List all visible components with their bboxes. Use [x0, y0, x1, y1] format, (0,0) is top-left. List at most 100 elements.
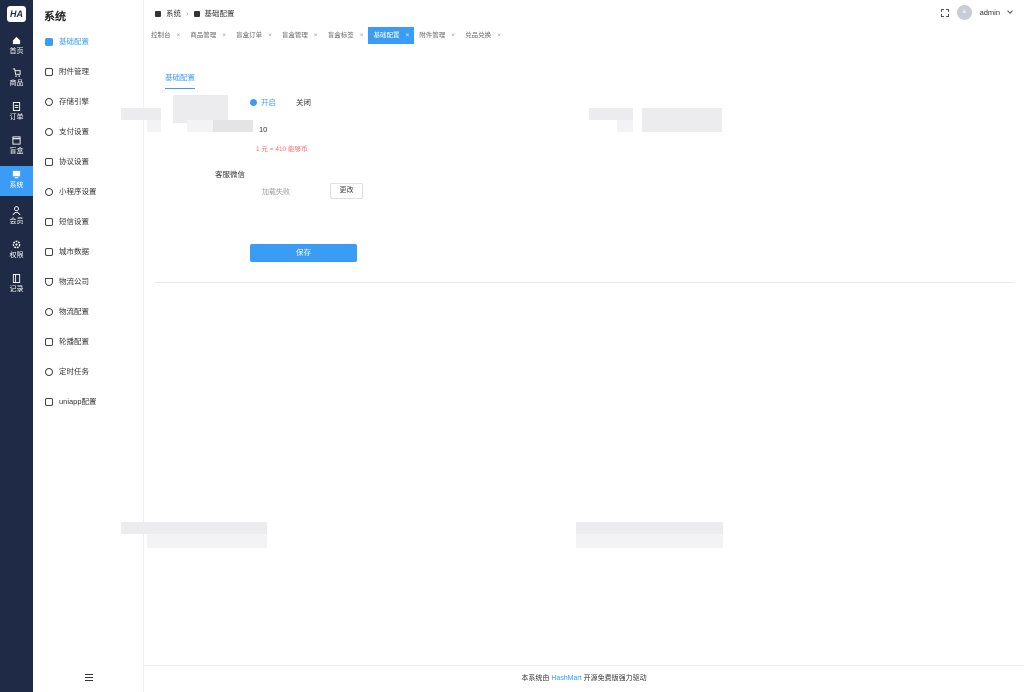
footer: 本系统由 HashMart 开源免费版强力驱动 [144, 665, 1024, 692]
chat-icon [45, 188, 53, 196]
change-image-button[interactable]: 更改 [330, 183, 363, 199]
rail-item-label: 订单 [9, 114, 24, 121]
redacted-area [147, 120, 161, 132]
sidebar-item-label: 物流公司 [59, 277, 89, 286]
rail-item-label: 记录 [9, 286, 24, 293]
username[interactable]: admin [980, 8, 1000, 17]
header-actions: a admin [940, 5, 1013, 20]
rail-item-blindbox[interactable]: 盲盒 [0, 132, 33, 162]
avatar[interactable]: a [956, 5, 972, 20]
phone-icon [45, 398, 53, 406]
sidebar-item-logistics-company[interactable]: 物流公司 [33, 272, 144, 292]
close-icon[interactable]: × [268, 27, 272, 44]
rail-item-label: 盲盒 [9, 148, 24, 155]
radio-on[interactable]: 开启 [250, 97, 276, 108]
monitor-icon [45, 38, 53, 46]
close-icon[interactable]: × [222, 27, 226, 44]
redacted-area [147, 534, 267, 548]
tab-label: 盲盒标签 [327, 32, 354, 39]
footer-text: 开源免费版强力驱动 [581, 675, 647, 682]
sidebar-item-logistics-config[interactable]: 物流配置 [33, 302, 144, 322]
breadcrumb-separator: › [186, 9, 189, 18]
switch-radio-group: 开启 关闭 [250, 97, 311, 108]
tab-basic-config[interactable]: 基础配置 × [368, 27, 415, 44]
chevron-down-icon[interactable] [1007, 8, 1013, 14]
sidebar-item-agreement[interactable]: 协议设置 [33, 152, 144, 172]
sidebar-item-label: 短信设置 [59, 217, 89, 226]
settings-icon [45, 308, 53, 316]
footer-text: 本系统由 [521, 675, 552, 682]
sidebar-item-miniprogram[interactable]: 小程序设置 [33, 182, 144, 202]
tab-blindbox-orders[interactable]: 盲盒订单 × [231, 27, 277, 44]
close-icon[interactable]: × [497, 27, 501, 44]
close-icon[interactable]: × [405, 27, 409, 44]
sidebar-item-label: 基础配置 [59, 37, 89, 46]
sidebar-item-label: 轮播配置 [59, 337, 89, 346]
database-icon [45, 128, 53, 136]
tab-label: 基础配置 [373, 32, 400, 39]
rail-item-member[interactable]: 会员 [0, 202, 33, 232]
sidebar-item-city-data[interactable]: 城市数据 [33, 242, 144, 262]
picture-icon [45, 338, 53, 346]
redacted-area [576, 534, 723, 548]
house-icon [45, 248, 53, 256]
rail-item-system[interactable]: 系统 [0, 166, 33, 196]
sidebar-item-cron[interactable]: 定时任务 [33, 362, 144, 382]
sidebar-item-label: 城市数据 [59, 247, 89, 256]
footer-brand-link[interactable]: HashMart [551, 675, 581, 682]
tab-blindbox-tags[interactable]: 盲盒标签 × [323, 27, 369, 44]
content-tab-basic-config[interactable]: 基础配置 [165, 72, 195, 89]
rail-item-log[interactable]: 记录 [0, 270, 33, 300]
coin-rate-input[interactable]: 10 [259, 125, 267, 134]
system-sidebar: 系统 基础配置 附件管理 存储引擎 支付设置 协议设置 小程序设置 短信设置 城… [33, 0, 144, 692]
rail-item-label: 商品 [9, 80, 24, 87]
tab-blindbox-manage[interactable]: 盲盒管理 × [277, 27, 323, 44]
close-icon[interactable]: × [451, 27, 455, 44]
rail-item-permission[interactable]: 权限 [0, 236, 33, 266]
close-icon[interactable]: × [314, 27, 318, 44]
sidebar-item-uniapp[interactable]: uniapp配置 [33, 392, 144, 412]
redacted-area [642, 108, 722, 132]
rail-item-order[interactable]: 订单 [0, 98, 33, 128]
radio-off[interactable]: 关闭 [296, 97, 311, 108]
app-logo: HA [7, 6, 26, 22]
sidebar-item-carousel[interactable]: 轮播配置 [33, 332, 144, 352]
rail-item-label: 系统 [9, 182, 24, 189]
close-icon[interactable]: × [360, 27, 364, 44]
sidebar-item-payment[interactable]: 支付设置 [33, 122, 144, 142]
timer-icon [45, 368, 53, 376]
image-load-failed: 加载失败 [262, 189, 290, 196]
tab-exchange[interactable]: 兑品兑换 × [460, 27, 506, 44]
sidebar-item-label: 支付设置 [59, 127, 89, 136]
tab-label: 盲盒订单 [236, 32, 263, 39]
box-icon [12, 136, 21, 145]
close-icon[interactable]: × [177, 27, 181, 44]
redacted-area [576, 522, 723, 534]
collapse-menu-icon[interactable] [85, 674, 93, 681]
sidebar-item-basic-config[interactable]: 基础配置 [33, 32, 144, 52]
rail-item-home[interactable]: 首页 [0, 32, 33, 62]
redacted-area [213, 120, 253, 132]
radio-label: 开启 [261, 98, 276, 107]
sidebar-item-label: uniapp配置 [59, 397, 97, 406]
redacted-area [187, 120, 213, 132]
order-icon [12, 102, 21, 111]
breadcrumb-item-system[interactable]: 系统 [166, 8, 181, 19]
redacted-area [173, 95, 228, 123]
wechat-label: 客服微信 [215, 170, 245, 179]
fullscreen-icon[interactable] [940, 8, 949, 17]
save-button[interactable]: 保存 [250, 244, 357, 262]
redacted-area [121, 108, 161, 120]
rail-item-goods[interactable]: 商品 [0, 64, 33, 94]
record-icon [12, 274, 21, 283]
sidebar-item-attachments[interactable]: 附件管理 [33, 62, 144, 82]
sidebar-item-label: 存储引擎 [59, 97, 89, 106]
tab-dashboard[interactable]: 控制台 × [146, 27, 185, 44]
monitor-icon [193, 10, 200, 17]
tab-goods[interactable]: 商品管理 × [185, 27, 231, 44]
tab-label: 兑品兑换 [465, 32, 492, 39]
tab-label: 附件管理 [419, 32, 446, 39]
sidebar-item-sms[interactable]: 短信设置 [33, 212, 144, 232]
image-icon [45, 68, 53, 76]
tab-attachments[interactable]: 附件管理 × [414, 27, 460, 44]
